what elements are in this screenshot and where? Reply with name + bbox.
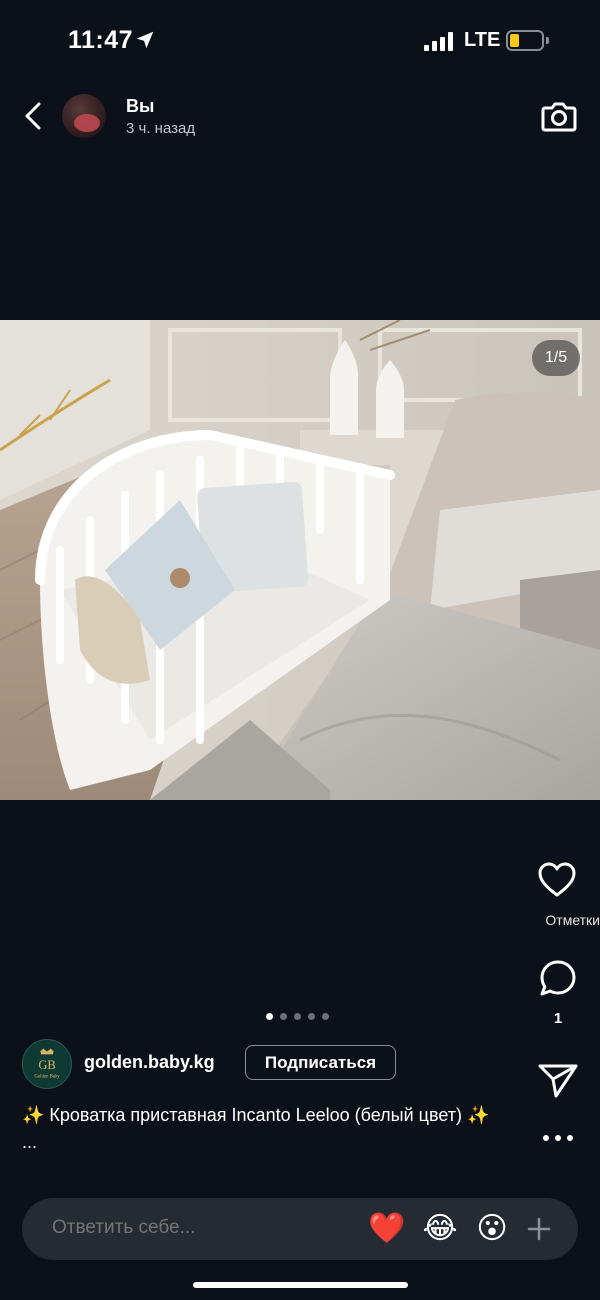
carousel-dot (322, 1013, 329, 1020)
heart-emoji-button[interactable]: ❤️ (368, 1211, 405, 1247)
follow-button[interactable]: Подписаться (245, 1045, 396, 1080)
post-photo[interactable] (0, 320, 600, 800)
photo-counter: 1/5 (532, 340, 580, 376)
laughing-emoji-button[interactable]: 😂 (422, 1211, 458, 1247)
share-icon[interactable] (536, 1060, 580, 1100)
logo-text: GB (38, 1058, 55, 1072)
account-logo[interactable]: GB Golden Baby (22, 1039, 72, 1089)
carousel-dot (294, 1013, 301, 1020)
post-caption[interactable]: ✨ Кроватка приставная Incanto Leeloo (бе… (22, 1102, 492, 1156)
reply-bar: ❤️ 😂 😮 (22, 1198, 578, 1260)
story-owner-name[interactable]: Вы (126, 96, 154, 117)
logo-subtext: Golden Baby (34, 1074, 60, 1079)
heart-icon[interactable] (535, 858, 579, 902)
back-button[interactable] (18, 98, 50, 134)
battery-icon (506, 30, 544, 51)
more-icon[interactable] (538, 1126, 578, 1150)
likes-label[interactable]: Отметки (518, 912, 600, 928)
account-name[interactable]: golden.baby.kg (84, 1052, 215, 1073)
carousel-dot (308, 1013, 315, 1020)
surprised-emoji-button[interactable]: 😮 (474, 1211, 510, 1247)
carousel-dot (280, 1013, 287, 1020)
battery-tip (546, 37, 549, 44)
signal-icon (424, 31, 454, 51)
location-arrow-icon (136, 31, 154, 49)
plus-icon[interactable] (526, 1216, 552, 1242)
clock: 11:47 (68, 26, 134, 54)
network-label: LTE (464, 29, 501, 51)
bedside-crib-image (0, 320, 600, 800)
avatar[interactable] (62, 94, 106, 138)
story-time: 3 ч. назад (126, 120, 196, 137)
status-bar: 11:47 LTE (0, 0, 600, 80)
carousel-dot (266, 1013, 273, 1020)
comment-count: 1 (553, 1010, 563, 1027)
reply-input[interactable] (52, 1217, 352, 1239)
camera-icon[interactable] (540, 98, 578, 134)
carousel-dots (266, 1013, 336, 1021)
home-indicator[interactable] (193, 1282, 408, 1288)
comment-icon[interactable] (536, 956, 580, 1000)
